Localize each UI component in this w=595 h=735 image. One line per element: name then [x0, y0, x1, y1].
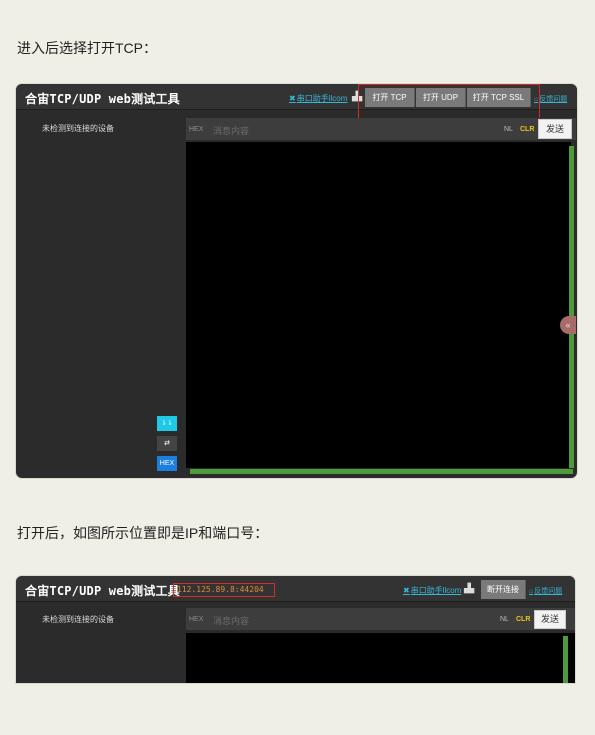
no-device-text: 未检测到连接的设备 — [42, 124, 114, 133]
signal-icon-2: ▟▖ — [464, 583, 478, 593]
app-title-2: 合宙TCP/UDP web测试工具 — [25, 584, 180, 598]
home-icon-2: ⌂ — [529, 588, 534, 595]
ip-port-display: 112.125.89.8:44204 — [173, 583, 275, 597]
send-button-2[interactable]: 发送 — [534, 610, 566, 629]
tool-icon-2: ✖ — [403, 586, 410, 595]
after-text: 打开后，如图所示位置即是IP和端口号： — [17, 525, 269, 541]
feedback-link-2[interactable]: ⌂反馈问题 — [529, 586, 562, 596]
hex-toggle-button[interactable]: HEX — [157, 456, 177, 471]
repeat-icon[interactable]: ⇄ — [157, 436, 177, 451]
hex-tag: HEX — [189, 126, 204, 133]
tool-icon: ✖ — [289, 94, 296, 103]
vertical-scrollbar-2[interactable] — [563, 636, 568, 683]
message-row: HEX 消息内容 NL CLR 发送 — [186, 118, 576, 140]
feedback-label-2: 反馈问题 — [534, 588, 563, 595]
tool-screenshot-after: 合宙TCP/UDP web测试工具 112.125.89.8:44204 ✖串口… — [16, 576, 575, 683]
highlight-box — [358, 84, 540, 119]
output-console — [186, 142, 571, 468]
intro-text: 进入后选择打开TCP： — [17, 40, 157, 56]
disconnect-button[interactable]: 断开连接 — [481, 580, 526, 599]
hex-tag-2: HEX — [189, 616, 204, 623]
message-input-2[interactable]: 消息内容 — [213, 614, 249, 627]
horizontal-scrollbar[interactable] — [190, 469, 573, 474]
serial-link-label: 串口助手llcom — [296, 94, 348, 103]
clear-button[interactable]: CLR — [520, 126, 534, 133]
nl-toggle[interactable]: NL — [504, 126, 513, 133]
nl-toggle-2[interactable]: NL — [500, 616, 509, 623]
send-button[interactable]: 发送 — [538, 119, 572, 139]
vertical-scrollbar[interactable] — [569, 146, 574, 468]
no-device-text-2: 未检测到连接的设备 — [42, 615, 114, 624]
receive-filter-icon[interactable]: ⇂⇂ — [157, 416, 177, 431]
serial-link-label-2: 串口助手llcom — [410, 586, 462, 595]
share-icon[interactable]: « — [560, 316, 576, 334]
message-row-2: HEX 消息内容 NL CLR 发送 — [186, 608, 575, 630]
top-bar-2: 合宙TCP/UDP web测试工具 112.125.89.8:44204 ✖串口… — [16, 576, 575, 602]
feedback-label: 反馈问题 — [539, 96, 568, 103]
output-console-2 — [186, 633, 575, 683]
tool-screenshot-before: 合宙TCP/UDP web测试工具 ✖串口助手llcom ▟▖ 打开 TCP 打… — [16, 84, 577, 478]
serial-assistant-link-2[interactable]: ✖串口助手llcom — [403, 585, 461, 596]
message-input[interactable]: 消息内容 — [213, 124, 249, 137]
serial-assistant-link[interactable]: ✖串口助手llcom — [289, 93, 347, 104]
clear-button-2[interactable]: CLR — [516, 616, 530, 623]
app-title: 合宙TCP/UDP web测试工具 — [25, 92, 180, 106]
